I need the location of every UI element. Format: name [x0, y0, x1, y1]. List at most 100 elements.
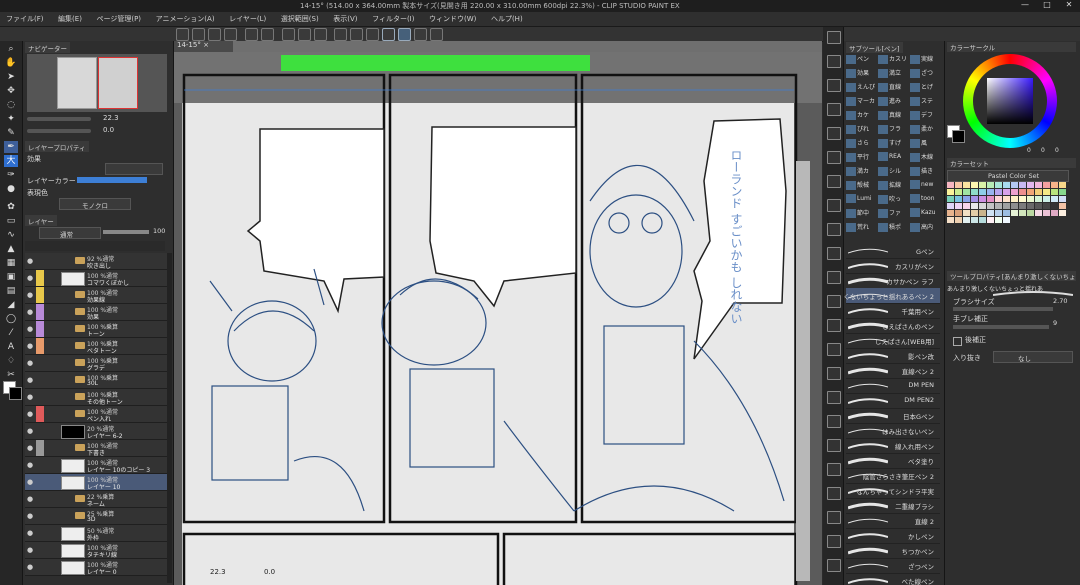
menu-filter[interactable]: フィルター(I) — [366, 12, 420, 24]
layer-row[interactable]: ● 100 %通常 下書き — [25, 440, 167, 457]
layer-row[interactable]: ● 100 %乗算 トーン — [25, 321, 167, 338]
brush-item[interactable]: はみ出さないペン — [846, 423, 940, 439]
intermediate-color-icon[interactable] — [827, 247, 841, 260]
visibility-eye-icon[interactable]: ● — [27, 512, 33, 520]
color-swatch[interactable] — [1051, 203, 1058, 209]
color-swatch[interactable] — [987, 210, 994, 216]
redo-icon[interactable] — [261, 28, 274, 41]
layer-row[interactable]: ● 100 %通常 レイヤー 0 — [25, 559, 167, 576]
expression-color-dropdown[interactable]: モノクロ — [59, 198, 131, 210]
history-icon[interactable] — [827, 127, 841, 140]
sub-tool-group[interactable]: Kazu — [910, 208, 942, 219]
taper-dropdown[interactable]: なし — [993, 351, 1073, 363]
sub-tool-group[interactable]: 平行 — [846, 152, 878, 163]
layer-row[interactable]: ● 92 %通常 吹き出し — [25, 253, 167, 270]
color-swatch[interactable] — [995, 182, 1002, 188]
color-swatch[interactable] — [963, 182, 970, 188]
color-swatch[interactable] — [987, 196, 994, 202]
special-ruler-snap-icon[interactable] — [398, 28, 411, 41]
color-swatch[interactable] — [1019, 189, 1026, 195]
eyedropper-icon[interactable]: ✎ — [4, 127, 18, 139]
sub-tool-group[interactable]: ざつ — [910, 68, 942, 79]
sub-tool-group[interactable]: マーカ — [846, 96, 878, 107]
timeline-icon[interactable] — [827, 103, 841, 116]
color-swatch[interactable] — [979, 189, 986, 195]
color-swatch[interactable] — [947, 203, 954, 209]
balloon-tail-icon[interactable]: ♢ — [4, 355, 18, 367]
hand-tool-icon[interactable]: ✋ — [4, 57, 18, 69]
opacity-slider[interactable] — [103, 230, 149, 234]
item-bank-icon[interactable] — [827, 175, 841, 188]
saturation-value-square[interactable] — [987, 78, 1033, 124]
color-swatch[interactable] — [971, 203, 978, 209]
sub-tool-group[interactable]: さら — [846, 138, 878, 149]
extra-icon[interactable] — [827, 559, 841, 572]
navigator-zoom-slider[interactable] — [27, 117, 91, 121]
sub-tool-group[interactable]: 描き — [910, 166, 942, 177]
layer-row[interactable]: ● 22 %乗算 ネーム — [25, 491, 167, 508]
minimize-button[interactable]: — — [1014, 0, 1036, 12]
visibility-eye-icon[interactable]: ● — [27, 376, 33, 384]
color-swatch[interactable] — [1003, 210, 1010, 216]
material-icon[interactable] — [827, 31, 841, 44]
sub-tool-group[interactable]: とげ — [910, 82, 942, 93]
color-swatch[interactable] — [979, 210, 986, 216]
post-correction-checkbox[interactable] — [953, 337, 962, 346]
color-swatch[interactable] — [963, 196, 970, 202]
sub-tool-group[interactable]: フラ — [878, 124, 910, 135]
brush-item[interactable]: ざつペン — [846, 558, 940, 574]
sub-tool-group[interactable]: カスリ — [878, 54, 910, 65]
layer-row[interactable]: ● 50 %通常 外枠 — [25, 525, 167, 542]
color-swatch[interactable] — [947, 196, 954, 202]
color-swatch[interactable] — [1003, 196, 1010, 202]
ruler-icon[interactable]: ◢ — [4, 299, 18, 311]
visibility-eye-icon[interactable]: ● — [27, 444, 33, 452]
color-swatch[interactable] — [1019, 210, 1026, 216]
brush-tool-icon[interactable]: ✑ — [4, 169, 18, 181]
sub-tool-group[interactable]: 柔か — [910, 124, 942, 135]
visibility-eye-icon[interactable]: ● — [27, 274, 33, 282]
color-swatch[interactable] — [979, 196, 986, 202]
color-set-dropdown[interactable]: Pastel Color Set — [947, 170, 1069, 182]
new-file-icon[interactable] — [176, 28, 189, 41]
color-swatch[interactable] — [1035, 196, 1042, 202]
airbrush-icon[interactable]: ● — [4, 183, 18, 195]
color-swatch[interactable] — [971, 182, 978, 188]
color-swatch[interactable] — [1059, 182, 1066, 188]
color-swatch[interactable] — [1003, 182, 1010, 188]
sub-tool-group[interactable]: 真線 — [878, 110, 910, 121]
sub-tool-group[interactable]: 直線 — [878, 82, 910, 93]
brush-item[interactable]: 直線 2 — [846, 513, 940, 529]
sub-tool-group[interactable]: 節中 — [846, 208, 878, 219]
color-swatch[interactable] — [987, 182, 994, 188]
story-icon[interactable] — [827, 439, 841, 452]
color-swatch[interactable] — [963, 189, 970, 195]
color-swatch[interactable] — [1035, 203, 1042, 209]
sub-tool-group[interactable]: 積ポ — [878, 222, 910, 233]
color-swatch[interactable] — [1011, 189, 1018, 195]
color-swatch[interactable] — [1043, 203, 1050, 209]
color-swatch[interactable] — [1051, 189, 1058, 195]
fill-icon[interactable] — [314, 28, 327, 41]
lasso-tool-icon[interactable]: ◌ — [4, 99, 18, 111]
color-swatch[interactable] — [947, 210, 954, 216]
sub-tool-group[interactable]: ぴれ — [846, 124, 878, 135]
color-swatch[interactable] — [955, 210, 962, 216]
layer-row[interactable]: ● 100 %乗算 グラデ — [25, 355, 167, 372]
color-swatch[interactable] — [987, 217, 994, 223]
layer-row[interactable]: ● 100 %乗算 その他トーン — [25, 389, 167, 406]
visibility-eye-icon[interactable]: ● — [27, 257, 33, 265]
color-swatch[interactable] — [1035, 210, 1042, 216]
brush-item[interactable]: ベタ塗り — [846, 453, 940, 469]
sub-color-swatch[interactable] — [9, 387, 22, 400]
brush-item[interactable]: ちつかペン — [846, 543, 940, 559]
color-swatch[interactable] — [995, 189, 1002, 195]
visibility-eye-icon[interactable]: ● — [27, 359, 33, 367]
color-swatch[interactable] — [1035, 182, 1042, 188]
color-swatch[interactable] — [1027, 210, 1034, 216]
layer-row[interactable]: ● 25 %乗算 3D — [25, 508, 167, 525]
brush-size-slider[interactable] — [953, 307, 1053, 311]
navigator-tab[interactable]: ナビゲーター — [25, 42, 70, 53]
color-swatch[interactable] — [1003, 217, 1010, 223]
brush-item[interactable]: あんまり激しくないちょっと揺れあるペン 2 — [844, 288, 940, 304]
